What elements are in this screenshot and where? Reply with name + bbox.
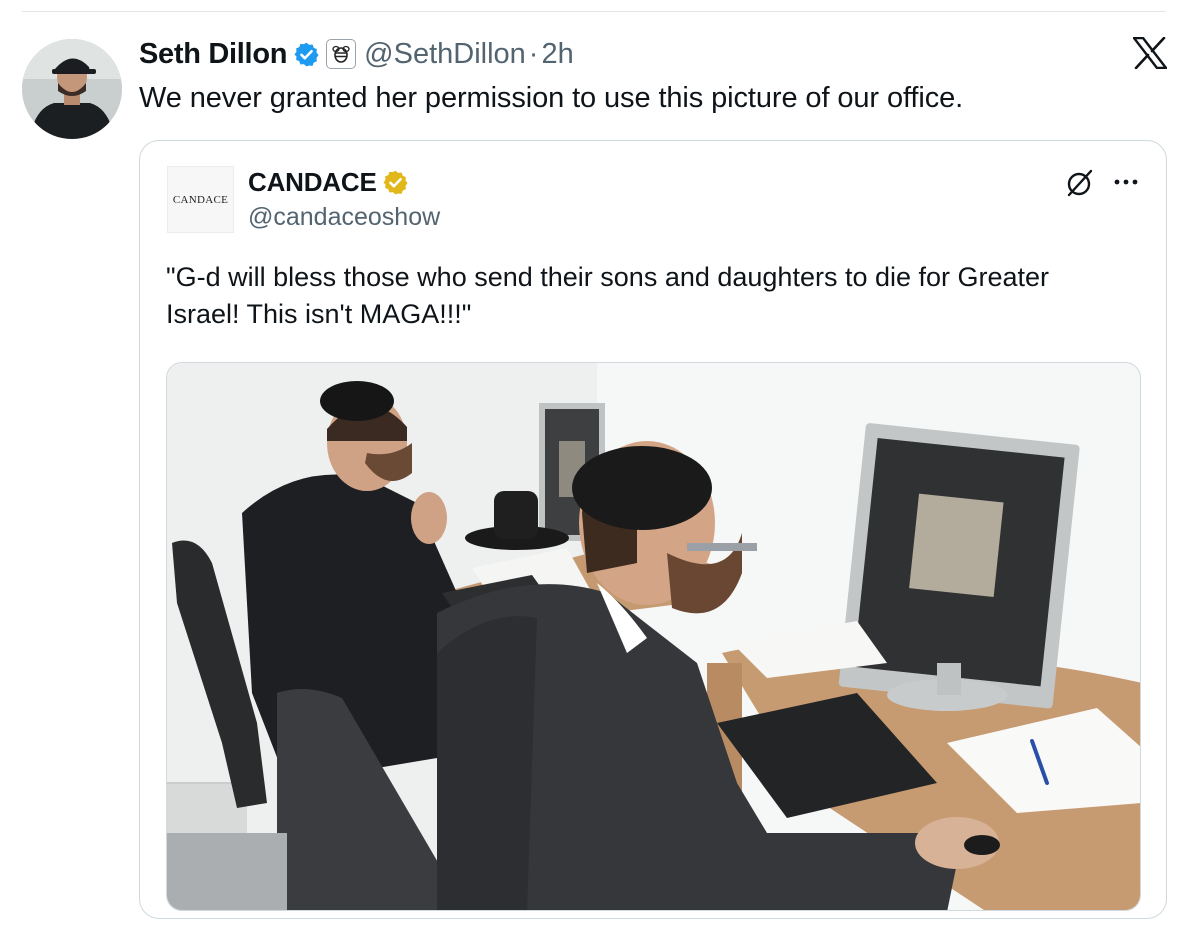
quoted-post-image[interactable] xyxy=(166,362,1141,911)
author-handle[interactable]: @SethDillon xyxy=(364,38,526,71)
quoted-post-card[interactable]: CANDACE CANDACE @candaceoshow "G-d will … xyxy=(139,140,1167,919)
quoted-author-handle[interactable]: @candaceoshow xyxy=(248,203,440,232)
babylon-bee-affiliate-icon[interactable] xyxy=(326,39,357,69)
gold-verified-icon xyxy=(382,169,409,196)
author-name[interactable]: Seth Dillon xyxy=(139,38,287,71)
x-logo-icon[interactable] xyxy=(1132,36,1168,70)
top-divider xyxy=(22,11,1166,12)
quoted-post-text: "G-d will bless those who send their son… xyxy=(166,262,1050,329)
post-text: We never granted her permission to use t… xyxy=(139,82,964,114)
post-header: Seth Dillon @SethDillon · 2h xyxy=(139,34,574,74)
quoted-avatar-text: CANDACE xyxy=(172,193,229,206)
verified-check-icon xyxy=(293,41,320,68)
quoted-author-name[interactable]: CANDACE xyxy=(248,167,377,198)
author-avatar[interactable] xyxy=(22,39,122,139)
separator-dot: · xyxy=(528,37,539,70)
quoted-avatar[interactable]: CANDACE xyxy=(167,166,234,233)
post-time[interactable]: 2h xyxy=(541,38,573,71)
quoted-name-row: CANDACE xyxy=(248,167,409,198)
grok-icon[interactable] xyxy=(1065,168,1095,198)
more-options-icon[interactable] xyxy=(1112,175,1140,187)
